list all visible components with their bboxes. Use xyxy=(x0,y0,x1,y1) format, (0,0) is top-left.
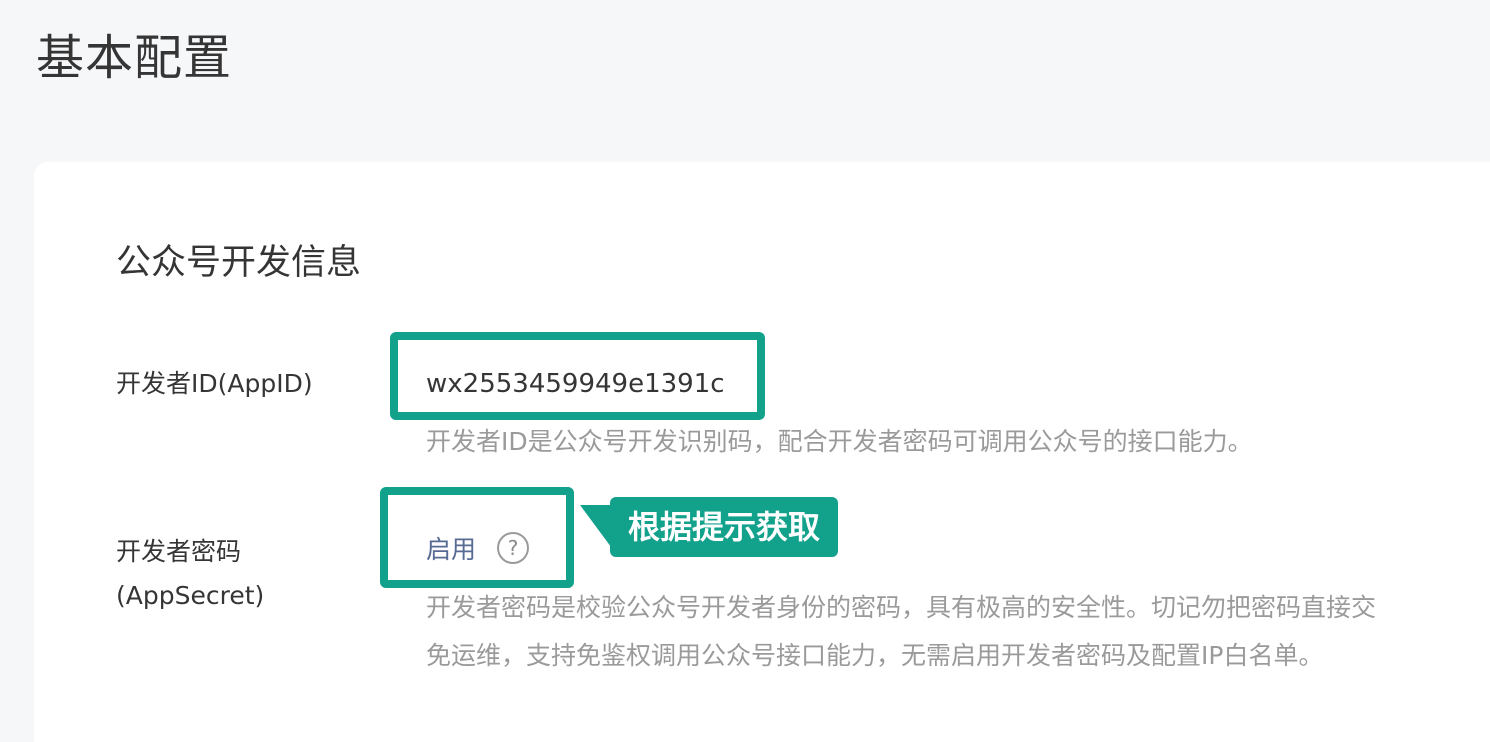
appsecret-description-line2: 免运维，支持免鉴权调用公众号接口能力，无需启用开发者密码及配置IP白名单。 xyxy=(426,641,1324,670)
appsecret-label: 开发者密码(AppSecret) xyxy=(116,537,265,610)
appsecret-description-line1: 开发者密码是校验公众号开发者身份的密码，具有极高的安全性。切记勿把密码直接交 xyxy=(426,593,1377,622)
annotation-callout: 根据提示获取 xyxy=(610,497,839,557)
appid-description: 开发者ID是公众号开发识别码，配合开发者密码可调用公众号的接口能力。 xyxy=(426,427,1253,456)
callout-arrow xyxy=(580,505,614,551)
appid-highlight-box xyxy=(390,332,765,420)
appid-label: 开发者ID(AppID) xyxy=(116,369,313,398)
section-title: 公众号开发信息 xyxy=(116,243,362,283)
page: 基本配置 公众号开发信息 开发者ID(AppID) wx2553459949e1… xyxy=(0,0,1490,742)
appsecret-highlight-box xyxy=(380,487,574,588)
page-title: 基本配置 xyxy=(36,30,233,86)
